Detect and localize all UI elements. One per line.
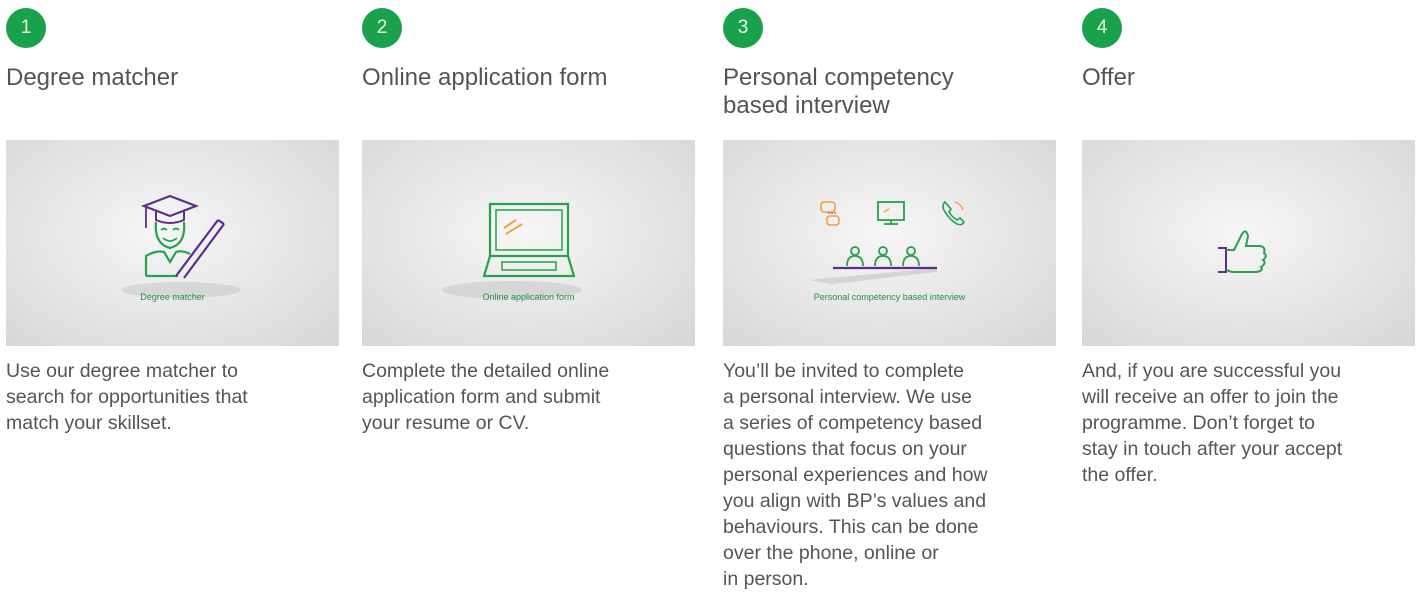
thumbnail-caption: Personal competency based interview bbox=[813, 292, 966, 302]
step-1: 1 Degree matcher Degree matcher Use our … bbox=[6, 0, 342, 434]
step-description: Use our degree matcher to search for opp… bbox=[6, 360, 248, 434]
step-title: Offer bbox=[1082, 64, 1135, 91]
step-number-badge: 2 bbox=[362, 8, 402, 48]
step-video-thumbnail[interactable]: Online application form bbox=[362, 140, 695, 346]
step-description: And, if you are successful you will rece… bbox=[1082, 360, 1343, 486]
graduate-icon bbox=[121, 194, 241, 298]
application-steps: 1 Degree matcher Degree matcher Use our … bbox=[0, 0, 1416, 616]
step-video-thumbnail[interactable] bbox=[1082, 140, 1415, 346]
step-title: Degree matcher bbox=[6, 64, 179, 91]
step-number-badge: 4 bbox=[1082, 8, 1122, 48]
step-3: 3 Personal competency based interview Pe… bbox=[723, 0, 1059, 590]
step-video-thumbnail[interactable]: Personal competency based interview bbox=[723, 140, 1056, 346]
interview-panel-icon bbox=[809, 200, 965, 284]
step-title: Personal competency based interview bbox=[723, 64, 954, 119]
step-number-badge: 1 bbox=[6, 8, 46, 48]
thumbs-up-icon bbox=[1218, 230, 1267, 273]
thumbnail-caption: Degree matcher bbox=[140, 292, 205, 302]
thumbnail-caption: Online application form bbox=[482, 292, 575, 302]
step-video-thumbnail[interactable]: Degree matcher bbox=[6, 140, 339, 346]
step-description: You’ll be invited to complete a personal… bbox=[723, 360, 988, 590]
step-description: Complete the detailed online application… bbox=[362, 360, 610, 434]
step-number-badge: 3 bbox=[723, 8, 763, 48]
step-4: 4 Offer And, if you are successful you w… bbox=[1082, 0, 1416, 486]
step-2: 2 Online application form Online applica… bbox=[362, 0, 698, 434]
step-title: Online application form bbox=[362, 64, 608, 91]
laptop-icon bbox=[442, 202, 582, 299]
